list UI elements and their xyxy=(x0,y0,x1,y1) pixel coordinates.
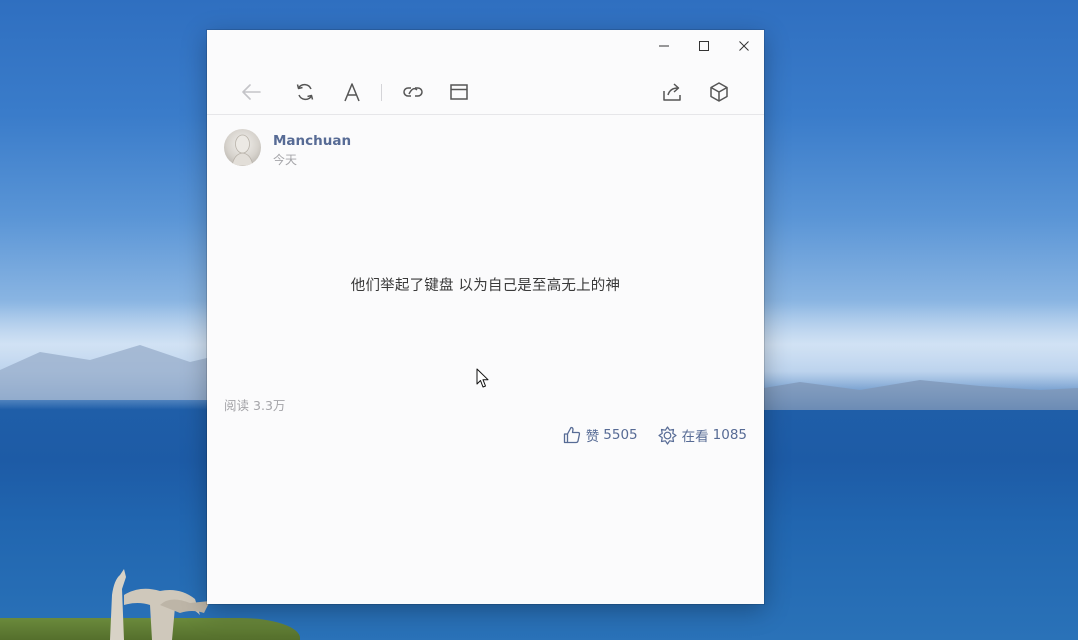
refresh-icon xyxy=(296,83,314,101)
open-window-icon xyxy=(450,84,468,100)
maximize-icon xyxy=(699,41,709,51)
back-arrow-icon xyxy=(242,84,261,100)
font-size-button[interactable] xyxy=(338,79,366,105)
read-count-value: 3.3万 xyxy=(253,398,286,413)
refresh-button[interactable] xyxy=(291,79,319,105)
share-button[interactable] xyxy=(658,79,686,105)
article-body: 他们举起了键盘 以为自己是至高无上的神 xyxy=(350,278,621,294)
close-button[interactable] xyxy=(731,36,757,56)
article-actions: 赞 5505 在看 1085 xyxy=(563,424,747,446)
read-count-label: 阅读 xyxy=(224,398,250,413)
like-label: 赞 xyxy=(585,429,600,445)
wow-flower-icon xyxy=(658,425,677,445)
publish-date: 今天 xyxy=(273,153,298,167)
mini-program-button[interactable] xyxy=(705,79,733,105)
wow-button[interactable]: 在看 1085 xyxy=(658,425,747,445)
avatar-portrait-icon xyxy=(231,134,254,166)
read-count: 阅读 3.3万 xyxy=(224,395,285,414)
author-name[interactable]: Manchuan xyxy=(273,133,351,149)
copy-link-button[interactable] xyxy=(399,79,427,105)
font-size-icon xyxy=(344,83,360,102)
maximize-button[interactable] xyxy=(691,36,717,56)
like-count: 5505 xyxy=(603,427,638,443)
wallpaper-driftwood xyxy=(110,569,210,640)
back-button[interactable] xyxy=(237,79,265,105)
mouse-pointer-icon xyxy=(476,368,489,388)
toolbar xyxy=(207,70,764,115)
toolbar-separator xyxy=(381,84,382,101)
wow-label: 在看 xyxy=(681,429,709,445)
author-header: Manchuan 今天 xyxy=(224,129,524,169)
wow-count: 1085 xyxy=(712,427,747,443)
minimize-button[interactable] xyxy=(651,36,677,56)
close-icon xyxy=(739,41,749,51)
avatar[interactable] xyxy=(224,129,261,166)
link-icon xyxy=(403,87,423,97)
like-button[interactable]: 赞 5505 xyxy=(563,425,638,445)
share-icon xyxy=(663,83,681,101)
article-window: Manchuan 今天 他们举起了键盘 以为自己是至高无上的神 阅读 3.3万 赞… xyxy=(207,30,764,604)
minimize-icon xyxy=(659,45,669,47)
cube-icon xyxy=(710,82,728,102)
title-bar[interactable] xyxy=(207,30,764,62)
open-in-window-button[interactable] xyxy=(445,79,473,105)
thumbs-up-icon xyxy=(563,426,580,444)
